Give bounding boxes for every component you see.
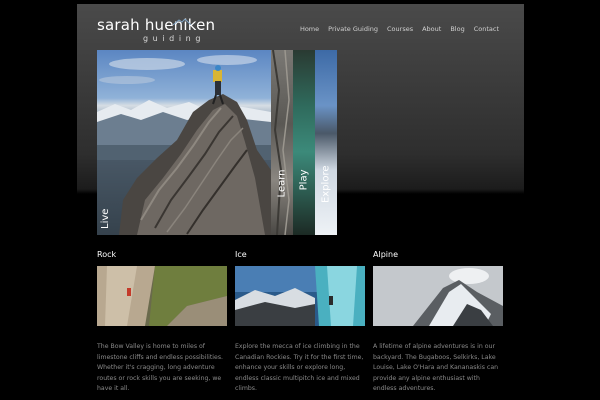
ice-photo[interactable] [235,266,365,326]
climber-ridge-photo [97,55,271,235]
ice-column: Ice Explore the mecca of ice climbing in… [235,250,365,392]
ice-climbing-photo [235,266,365,326]
site-logo[interactable]: sarah hueniken guiding [97,16,215,46]
logo-name: sarah hueniken [97,16,216,34]
rock-description: The Bow Valley is home to miles of limes… [97,343,224,392]
page-container: sarah hueniken guiding Home Private Guid… [77,4,524,400]
nav-contact[interactable]: Contact [474,25,499,33]
main-nav: Home Private Guiding Courses About Blog … [300,25,499,33]
slide-label-explore: Explore [320,165,332,204]
rock-climbing-photo [97,266,227,326]
mountain-icon [173,19,191,25]
alpine-photo[interactable] [373,266,503,326]
nav-about[interactable]: About [422,25,441,33]
rock-column: Rock The Bow Valley is home to miles of … [97,250,227,392]
logo-tagline: guiding [143,34,206,43]
slide-learn[interactable]: Learn [271,50,293,235]
nav-home[interactable]: Home [300,25,319,33]
alpine-peak-photo [373,266,503,326]
slide-label-play: Play [298,169,310,191]
slide-play[interactable]: Play [293,50,315,235]
nav-blog[interactable]: Blog [450,25,464,33]
nav-private-guiding[interactable]: Private Guiding [328,25,378,33]
alpine-column: Alpine A lifetime of alpine adventures i… [373,250,503,392]
slide-live[interactable]: Live [97,50,271,235]
ice-title[interactable]: Ice [235,250,365,263]
rock-title[interactable]: Rock [97,250,227,263]
slide-label-live: Live [100,208,111,229]
alpine-description: A lifetime of alpine adventures is in ou… [373,343,499,392]
alpine-title[interactable]: Alpine [373,250,503,263]
slide-label-learn: Learn [276,169,288,198]
image-slider: Live Learn Play Explore [97,50,337,235]
ice-description: Explore the mecca of ice climbing in the… [235,343,364,392]
slide-explore[interactable]: Explore [315,50,337,235]
nav-courses[interactable]: Courses [387,25,413,33]
rock-photo[interactable] [97,266,227,326]
